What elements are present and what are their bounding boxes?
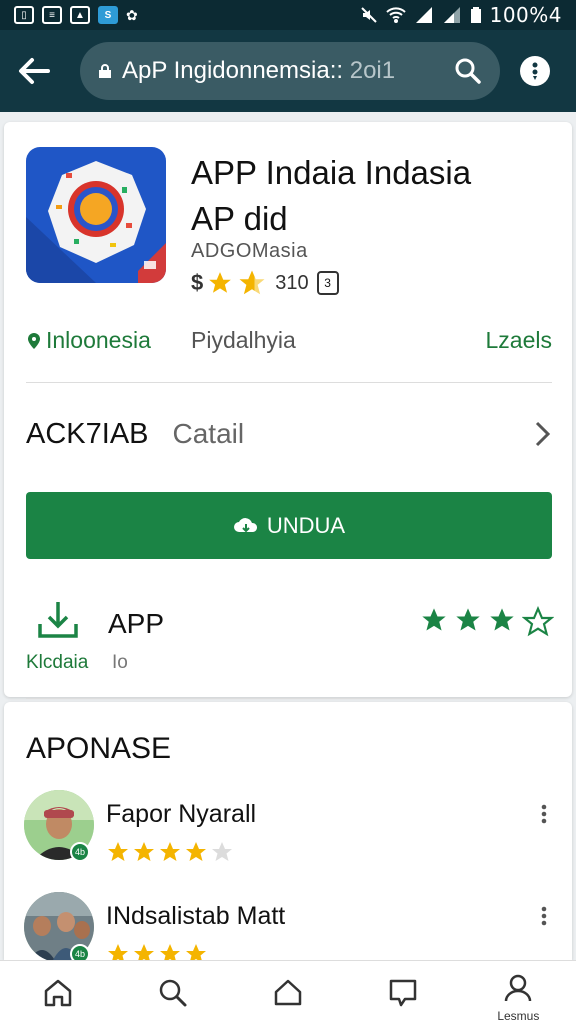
house-outline-icon xyxy=(274,979,302,1005)
signal-icon-2 xyxy=(443,7,460,23)
country-label: Inloonesia xyxy=(46,327,151,353)
size-link[interactable]: Lzaels xyxy=(486,327,552,354)
wifi-icon xyxy=(385,7,406,23)
battery-icon xyxy=(470,7,481,23)
details-row[interactable]: ACK7IAB Catail xyxy=(26,412,552,456)
star-filled-icon[interactable] xyxy=(454,606,482,634)
chat-bubble-icon xyxy=(389,979,417,1006)
top-app-bar: ApP Ingidonnemsia:: 2oi1 xyxy=(0,30,576,112)
developer-name[interactable]: ADGOMasia xyxy=(191,240,308,263)
battery-percent: 100%4 xyxy=(489,3,562,27)
home-icon xyxy=(44,979,71,1006)
divider xyxy=(26,382,552,383)
rating-count: 310 xyxy=(275,271,309,294)
country-link[interactable]: Inloonesia xyxy=(26,327,151,354)
message-icon: ≡ xyxy=(42,6,62,24)
app-notification-icon: S xyxy=(98,6,118,24)
category-label: Piydalhyia xyxy=(191,327,296,353)
download-cloud-icon xyxy=(233,517,257,532)
nav-search[interactable] xyxy=(128,961,218,1024)
search-input[interactable]: ApP Ingidonnemsia:: 2oi1 xyxy=(122,57,444,85)
star-empty-icon xyxy=(212,842,232,861)
verified-badge: 4b xyxy=(70,944,90,960)
back-button[interactable] xyxy=(14,51,54,91)
star-icon xyxy=(134,944,154,960)
nav-apps[interactable] xyxy=(243,961,333,1024)
search-icon[interactable] xyxy=(454,57,482,85)
reviewer-name: Fapor Nyarall xyxy=(106,800,257,828)
star-icon xyxy=(134,842,154,861)
nav-home[interactable] xyxy=(13,961,103,1024)
review-stars xyxy=(106,942,208,960)
downloads-sub: Io xyxy=(112,652,128,673)
star-icon xyxy=(108,842,128,861)
more-vertical-icon xyxy=(532,62,538,80)
chevron-right-icon xyxy=(535,421,551,447)
review-stars xyxy=(106,840,234,864)
app-title: APP Indaia Indasia AP did xyxy=(191,150,551,242)
signal-icon xyxy=(415,7,432,23)
downloads-app-label: APP xyxy=(108,608,165,639)
system-icons: 100%4 xyxy=(360,3,562,27)
mute-icon xyxy=(360,7,377,23)
search-suffix-text: 2oi1 xyxy=(349,57,396,84)
install-label: UNDUA xyxy=(266,512,346,538)
bottom-navigation: Lesmus xyxy=(0,960,576,1024)
app-icon xyxy=(26,147,166,283)
reviews-heading: APONASE xyxy=(26,732,172,765)
app-title-line-2: AP did xyxy=(191,200,288,237)
star-icon xyxy=(186,944,206,960)
star-icon xyxy=(160,944,180,960)
profile-icon xyxy=(505,974,532,1001)
arrow-left-icon xyxy=(19,58,50,84)
section-divider xyxy=(26,698,550,699)
star-icon xyxy=(186,842,206,861)
downloads-label: Klcdaia xyxy=(26,652,89,673)
price-symbol: $ xyxy=(191,270,204,295)
star-outline-icon[interactable] xyxy=(522,606,554,638)
details-heading: ACK7IAB xyxy=(26,417,149,450)
user-rating-stars[interactable] xyxy=(420,606,554,638)
lock-icon xyxy=(99,64,111,78)
star-icon xyxy=(209,272,232,293)
star-filled-icon[interactable] xyxy=(488,606,516,634)
more-options-button[interactable] xyxy=(520,56,550,86)
app-meta-row: Inloonesia Piydalhyia Lzaels xyxy=(26,327,552,357)
search-icon xyxy=(159,979,187,1006)
reviewer-name: INdsalistab Matt xyxy=(106,902,286,930)
star-icon xyxy=(160,842,180,861)
install-button[interactable]: UNDUA xyxy=(26,492,552,559)
profile-label: Lesmus xyxy=(497,1008,540,1023)
content-rating-icon: 3 xyxy=(316,271,339,295)
location-icon xyxy=(28,332,40,349)
download-icon xyxy=(38,602,78,638)
rating-summary: $ 310 3 xyxy=(191,268,339,298)
details-subtitle: Catail xyxy=(172,418,245,449)
review-item: 4b Fapor Nyarall xyxy=(24,790,550,870)
notification-app-icon: ▯ xyxy=(14,6,34,24)
search-bar[interactable]: ApP Ingidonnemsia:: 2oi1 xyxy=(80,42,500,100)
verified-badge: 4b xyxy=(70,842,90,862)
nav-messages[interactable] xyxy=(358,961,448,1024)
image-icon: ▲ xyxy=(70,6,90,24)
nav-profile[interactable]: Lesmus xyxy=(473,961,563,1024)
star-half-icon xyxy=(239,270,265,295)
notification-icons: ▯ ≡ ▲ S ✿ xyxy=(14,6,138,24)
app-details-card: APP Indaia Indasia AP did ADGOMasia $ 31… xyxy=(4,122,572,697)
star-filled-icon[interactable] xyxy=(420,606,448,634)
review-more-icon[interactable] xyxy=(538,802,550,826)
search-query-text: ApP Ingidonnemsia:: xyxy=(122,57,344,84)
star-icon xyxy=(108,944,128,960)
status-bar: ▯ ≡ ▲ S ✿ 100%4 xyxy=(0,0,576,30)
review-more-icon[interactable] xyxy=(538,904,550,928)
app-title-line-1: APP Indaia Indasia xyxy=(191,154,472,191)
reviews-card: APONASE 4b Fapor Nyarall 4b INdsalistab … xyxy=(4,702,572,960)
review-item: 4b INdsalistab Matt xyxy=(24,892,550,960)
settings-dots-icon: ✿ xyxy=(126,6,138,23)
